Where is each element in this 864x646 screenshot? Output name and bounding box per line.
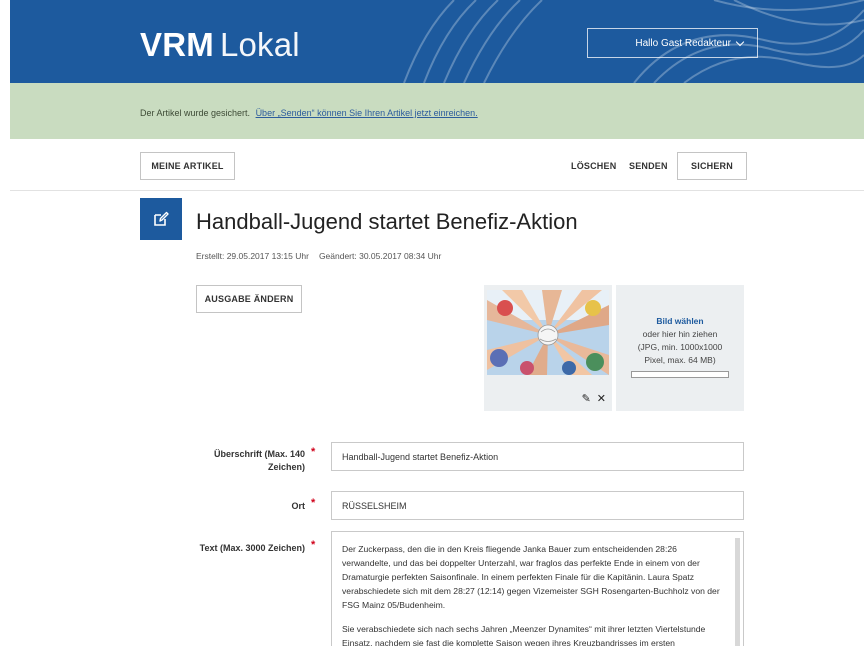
edit-article-badge <box>140 198 182 240</box>
headline-input[interactable]: Handball-Jugend startet Benefiz-Aktion <box>331 442 744 471</box>
my-articles-button[interactable]: MEINE ARTIKEL <box>140 152 235 180</box>
upload-progress-bar <box>631 371 729 378</box>
article-image-box: ✎ ✕ <box>484 285 612 411</box>
headline-label-line-1: Überschrift (Max. 140 <box>213 449 305 459</box>
article-photo[interactable] <box>487 290 609 375</box>
place-label: Ort <box>291 501 306 511</box>
headline-label: Überschrift (Max. 140 Zeichen) <box>190 448 305 474</box>
required-mark: * <box>311 446 316 458</box>
textarea-scrollbar[interactable] <box>735 538 740 646</box>
upload-hint-2: (JPG, min. 1000x1000 <box>637 342 723 352</box>
save-notice-bar: Der Artikel wurde gesichert. Über „Sende… <box>10 83 864 139</box>
text-paragraph-1: Der Zuckerpass, den die in den Kreis fli… <box>342 544 720 610</box>
choose-image-link[interactable]: Bild wählen <box>616 315 744 328</box>
team-huddle-photo <box>487 290 609 375</box>
send-button[interactable]: SENDEN <box>629 161 668 171</box>
article-meta: Erstellt: 29.05.2017 13:15 Uhr Geändert: … <box>196 251 441 261</box>
notice-text: Der Artikel wurde gesichert. <box>140 108 251 118</box>
delete-button[interactable]: LÖSCHEN <box>571 161 616 171</box>
user-menu-label: Hallo Gast Redakteur <box>635 37 731 49</box>
logo-bold: VRM <box>140 26 214 63</box>
upload-hint-3: Pixel, max. 64 MB) <box>644 355 716 365</box>
logo-light: Lokal <box>219 26 300 63</box>
image-upload-dropzone[interactable]: Bild wählen oder hier hin ziehen (JPG, m… <box>616 285 744 411</box>
close-icon[interactable]: ✕ <box>597 392 606 405</box>
text-label: Text (Max. 3000 Zeichen) <box>199 543 305 553</box>
text-paragraph-2: Sie verabschiedete sich nach sechs Jahre… <box>342 624 706 646</box>
edit-icon <box>154 211 169 226</box>
article-title: Handball-Jugend startet Benefiz-Aktion <box>196 209 578 234</box>
save-button[interactable]: SICHERN <box>677 152 747 180</box>
article-text-area[interactable]: Der Zuckerpass, den die in den Kreis fli… <box>331 531 744 646</box>
required-mark: * <box>311 497 316 509</box>
changed-date: Geändert: 30.05.2017 08:34 Uhr <box>318 251 442 261</box>
site-header: VRM Lokal Hallo Gast Redakteur <box>10 0 864 83</box>
vrm-lokal-logo[interactable]: VRM Lokal <box>140 26 300 64</box>
required-mark: * <box>311 539 316 551</box>
place-input[interactable]: RÜSSELSHEIM <box>331 491 744 520</box>
change-edition-button[interactable]: AUSGABE ÄNDERN <box>196 285 302 313</box>
created-date: Erstellt: 29.05.2017 13:15 Uhr <box>196 251 309 261</box>
headline-label-line-2: Zeichen) <box>267 462 305 472</box>
upload-hint-1: oder hier hin ziehen <box>642 329 718 339</box>
photo-tools: ✎ ✕ <box>582 392 606 405</box>
notice-send-link[interactable]: Über „Senden“ können Sie Ihren Artikel j… <box>256 108 478 118</box>
article-toolbar: MEINE ARTIKEL LÖSCHEN SENDEN SICHERN <box>10 139 864 191</box>
pencil-icon[interactable]: ✎ <box>582 392 591 405</box>
user-menu-dropdown[interactable]: Hallo Gast Redakteur <box>587 28 758 58</box>
notice-message: Der Artikel wurde gesichert. Über „Sende… <box>140 108 478 118</box>
chevron-down-icon <box>735 37 745 46</box>
